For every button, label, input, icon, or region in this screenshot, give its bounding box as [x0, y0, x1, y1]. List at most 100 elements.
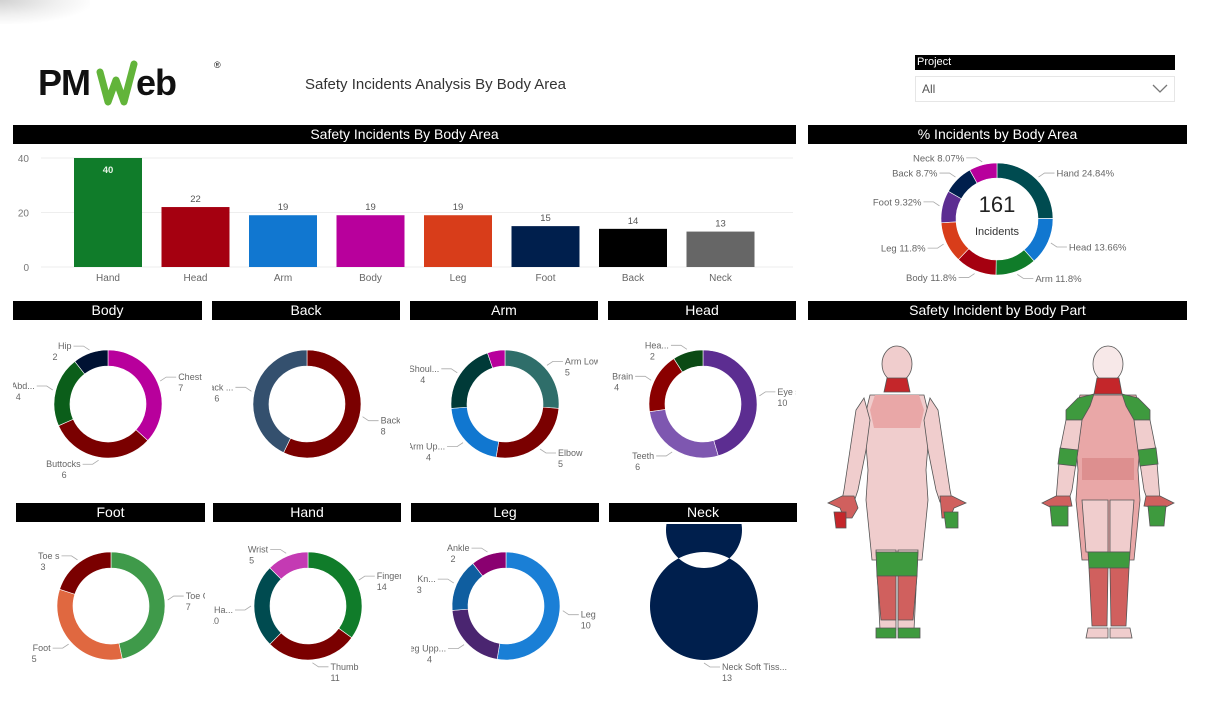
arm-donut-header: Arm [410, 301, 598, 320]
leader-line [1017, 274, 1034, 279]
leader-line [562, 610, 579, 616]
leader-line [703, 662, 720, 668]
bar-head[interactable] [161, 207, 230, 267]
body-donut-header: Body [13, 301, 202, 320]
front-head[interactable] [881, 345, 913, 383]
donut-slice[interactable] [253, 567, 282, 645]
bar-data-label: 19 [365, 202, 376, 213]
back-lower-back[interactable] [1082, 458, 1134, 480]
donut-label: Back 8.7% [892, 169, 938, 180]
donut-value: 7 [186, 602, 191, 612]
donut-slice[interactable] [110, 551, 166, 660]
bar-foot[interactable] [511, 226, 580, 267]
donut-slice[interactable] [504, 349, 560, 409]
donut-value: 6 [635, 462, 640, 472]
back-donut-chart: Back Lo...8 Back ...6 [212, 349, 400, 459]
back-knees[interactable] [1087, 551, 1131, 569]
leader-line [159, 376, 177, 382]
leader-line [82, 459, 99, 465]
donut-label: Buttocks [46, 459, 81, 469]
back-head[interactable] [1092, 345, 1124, 383]
slicer-label: Project [915, 55, 1175, 70]
back-right-foot[interactable] [1085, 627, 1109, 639]
bar-arm[interactable] [249, 215, 317, 267]
donut-slice[interactable] [450, 352, 494, 409]
leader-line [52, 643, 69, 649]
front-left-fingers[interactable] [943, 511, 959, 529]
x-tick-label: Hand [96, 273, 120, 284]
front-chest[interactable] [870, 395, 924, 428]
back-right-elbow[interactable] [1057, 447, 1079, 467]
back-right-thigh[interactable] [1081, 499, 1109, 553]
donut-slice[interactable] [107, 349, 163, 441]
back-left-foot[interactable] [1109, 627, 1133, 639]
donut-slice[interactable] [269, 627, 353, 661]
neck-donut-group: Neck Soft Tiss...13 [649, 524, 787, 683]
leader-line [36, 385, 53, 391]
bar-body[interactable] [336, 215, 405, 267]
leader-line [61, 555, 78, 561]
body-back-view [1041, 345, 1175, 639]
donut-value: 5 [558, 459, 563, 469]
donut-label: Neck Soft Tiss... [722, 662, 787, 672]
hand-donut-group: Finger s14 Thumb11 Ha...10 Wrist5 [213, 544, 401, 682]
front-right-arm[interactable] [841, 397, 871, 503]
back-left-calf[interactable] [1109, 567, 1130, 627]
back-right-calf[interactable] [1088, 567, 1109, 627]
leg-donut-group: Leg L...10 Leg Upp...4 Kn...3 Ankle2 [411, 543, 599, 665]
donut-slice[interactable] [450, 406, 500, 458]
donut-slice[interactable] [648, 358, 683, 413]
donut-slice[interactable] [56, 588, 123, 661]
leader-line [235, 605, 252, 611]
donut-slice[interactable] [53, 360, 86, 427]
donut-label: Finger s [377, 571, 401, 581]
front-left-foot[interactable] [897, 627, 921, 639]
front-right-foot[interactable] [875, 627, 897, 639]
x-tick-label: Head [184, 273, 208, 284]
donut-slice[interactable] [649, 524, 758, 660]
donut-value: 6 [62, 470, 67, 480]
head-donut-header: Head [608, 301, 796, 320]
bar-neck[interactable] [686, 231, 755, 267]
donut-value: 2 [650, 351, 655, 361]
front-neck[interactable] [883, 377, 911, 393]
donut-value: 4 [16, 392, 21, 402]
bar-data-label: 19 [453, 202, 464, 213]
donut-slice[interactable] [59, 551, 112, 595]
donut-slice[interactable] [58, 418, 149, 459]
back-right-fingers[interactable] [1049, 505, 1069, 527]
leader-line [923, 201, 940, 207]
foot-donut-header: Foot [16, 503, 205, 522]
x-tick-label: Leg [450, 273, 467, 284]
donut-slice[interactable] [451, 608, 501, 660]
donut-slice[interactable] [496, 551, 561, 661]
back-neck[interactable] [1093, 377, 1123, 395]
leader-line [539, 448, 557, 454]
donut-slice[interactable] [252, 349, 308, 454]
hand-donut-chart: Finger s14 Thumb11 Ha...10 Wrist5 [213, 544, 401, 682]
back-left-thigh[interactable] [1109, 499, 1135, 553]
back-left-elbow[interactable] [1137, 447, 1159, 467]
donut-value: 2 [52, 352, 57, 362]
x-tick-label: Body [359, 273, 382, 284]
front-left-arm[interactable] [923, 397, 953, 503]
bar-back[interactable] [599, 228, 667, 267]
front-knees[interactable] [875, 551, 919, 577]
front-right-fingers[interactable] [833, 511, 847, 529]
donut-slice[interactable] [307, 551, 363, 639]
foot-donut-chart: Toe G...7 Foot5 Toe s3 [32, 551, 205, 664]
donut-slice[interactable] [649, 409, 719, 459]
project-dropdown[interactable]: All [915, 76, 1175, 102]
back-left-fingers[interactable] [1147, 505, 1167, 527]
arm-donut-group: Arm Low...5Elbow5Arm Up...4Shoul...4 [410, 349, 598, 469]
leader-line [73, 345, 90, 351]
bar-leg[interactable] [424, 215, 492, 267]
leader-line [448, 644, 465, 650]
donut-value: 2 [450, 554, 455, 564]
donut-slice[interactable] [495, 406, 560, 459]
y-tick-label: 0 [23, 263, 29, 274]
donut-label: Arm 11.8% [1035, 274, 1082, 285]
donut-label: Eye s [777, 387, 796, 397]
donut-slice[interactable] [702, 349, 758, 457]
leader-line [362, 416, 379, 422]
